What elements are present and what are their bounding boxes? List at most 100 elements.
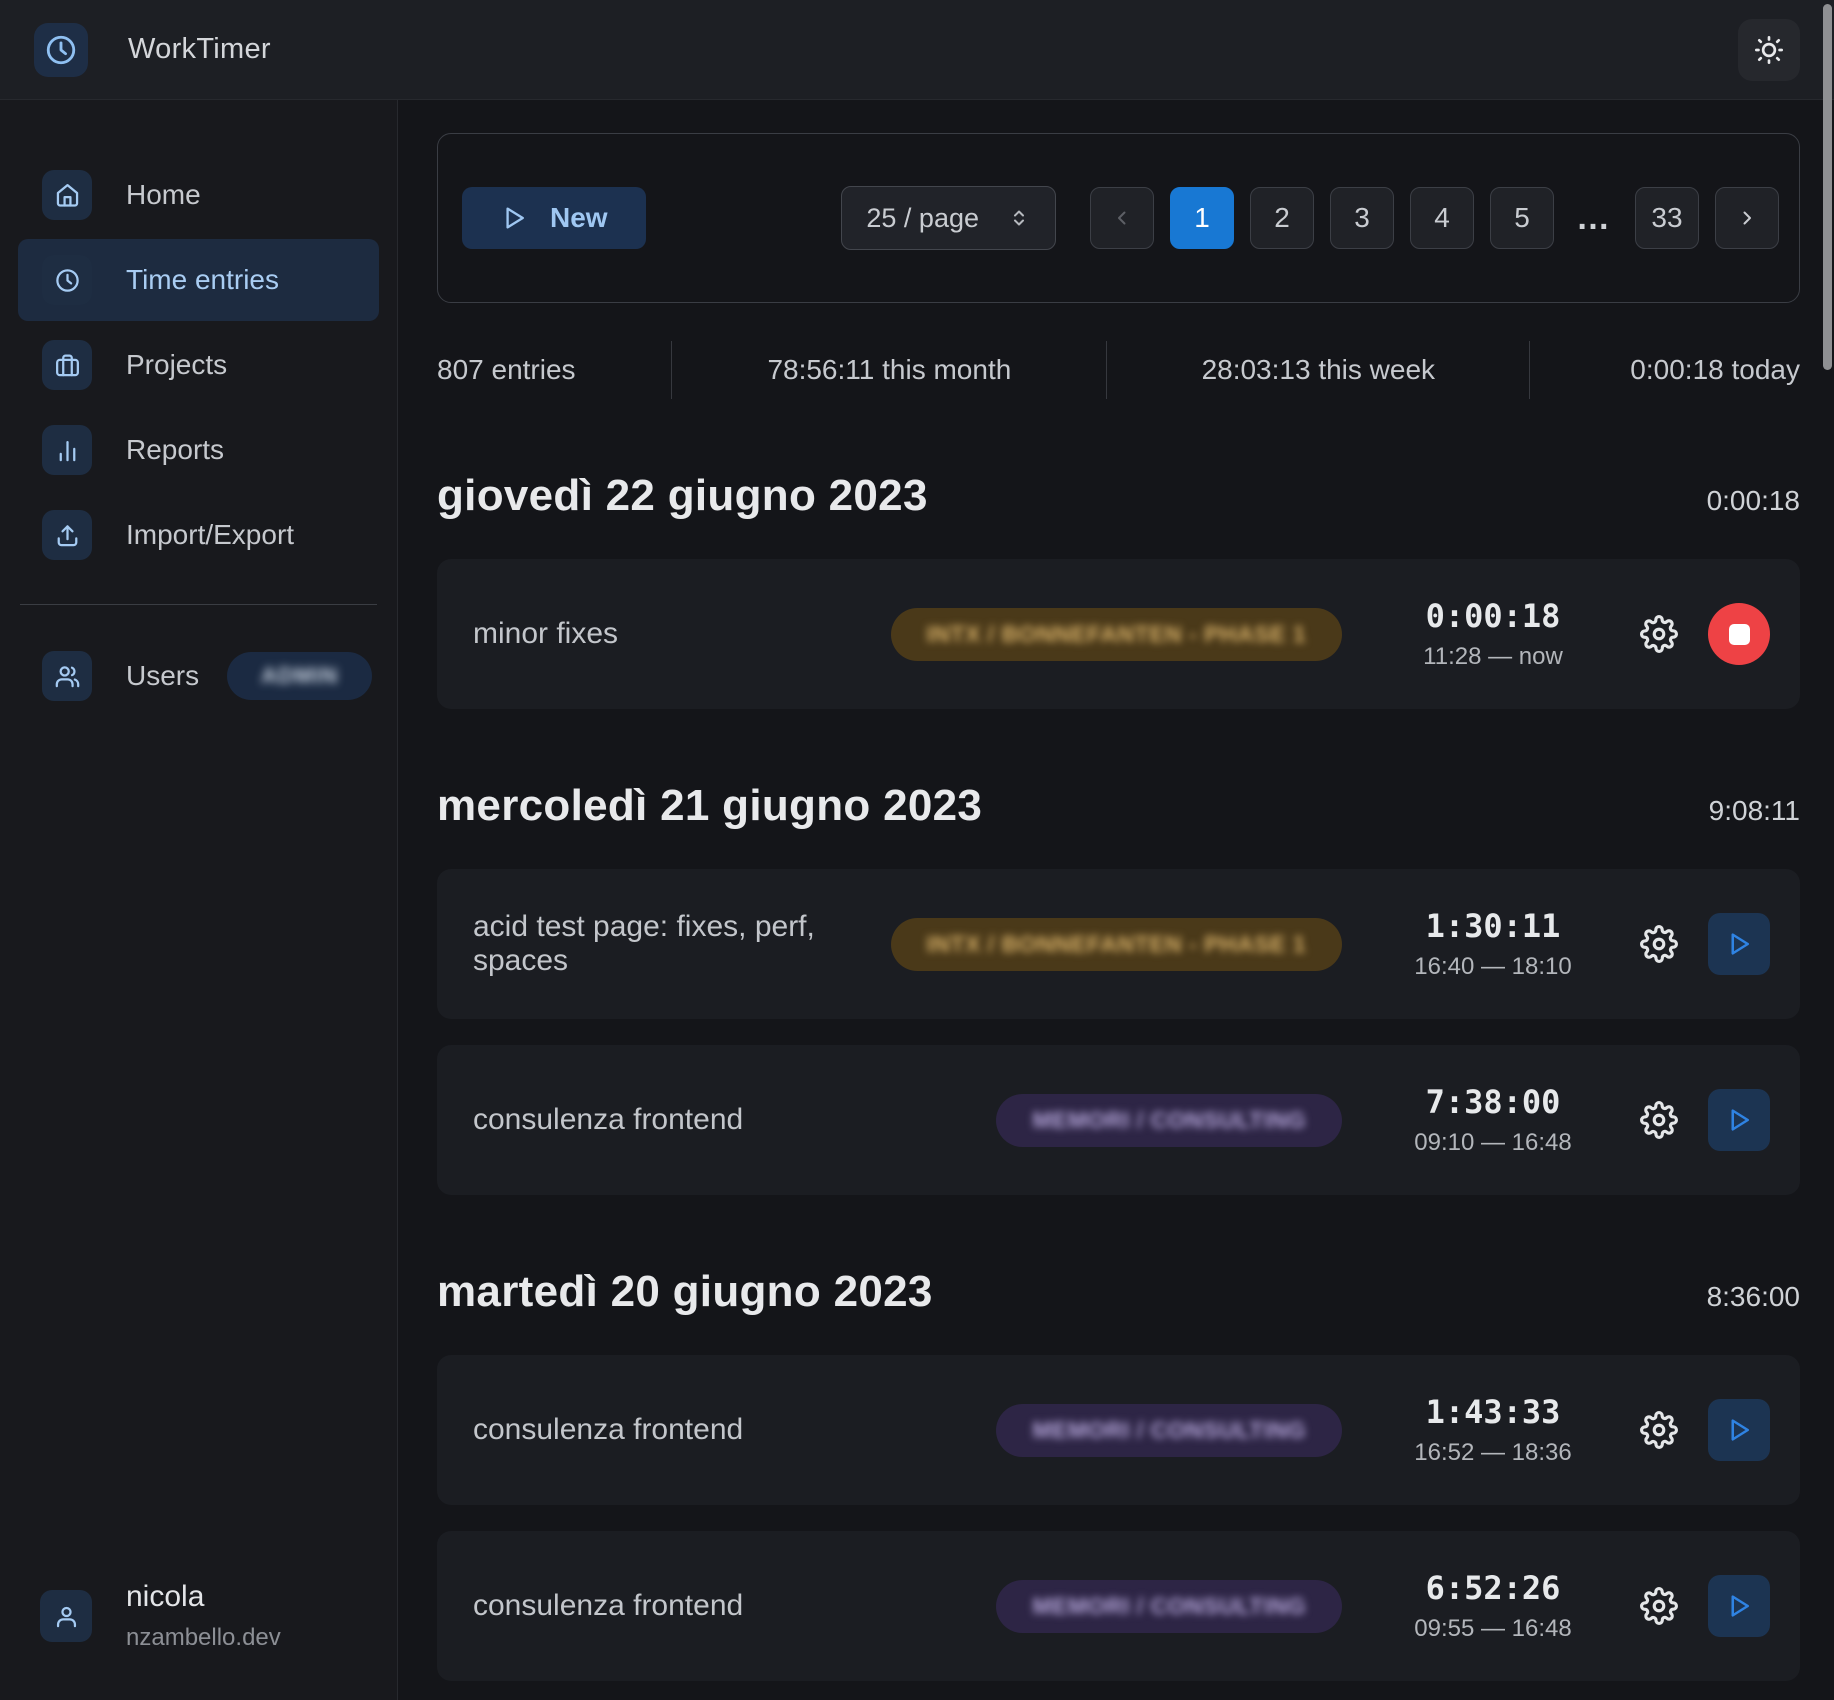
project-badge-text: INTX / BONNEFANTEN - PHASE 1: [927, 621, 1306, 647]
page-button-2[interactable]: 2: [1250, 187, 1314, 249]
time-entry-row[interactable]: minor fixes INTX / BONNEFANTEN - PHASE 1…: [437, 559, 1800, 709]
entry-settings-button[interactable]: [1636, 1097, 1682, 1143]
sidebar-item-label: Import/Export: [126, 519, 294, 551]
day-header: martedì 20 giugno 2023 8:36:00: [437, 1267, 1800, 1317]
entry-settings-button[interactable]: [1636, 611, 1682, 657]
entry-settings-button[interactable]: [1636, 1583, 1682, 1629]
new-entry-button[interactable]: New: [462, 187, 646, 249]
entry-duration: 1:30:11: [1426, 907, 1561, 945]
sidebar-nav: Home Time entries Projects Reports Import/Ex…: [0, 100, 397, 576]
pagination-pages: 12345: [1170, 187, 1554, 249]
sidebar-item-projects[interactable]: Projects: [18, 324, 379, 406]
day-header: mercoledì 21 giugno 2023 9:08:11: [437, 781, 1800, 831]
time-entry-row[interactable]: consulenza frontend MEMORI / CONSULTING …: [437, 1355, 1800, 1505]
entry-label: consulenza frontend: [473, 1589, 996, 1623]
project-badge: MEMORI / CONSULTING: [996, 1404, 1342, 1457]
admin-badge: ADMIN: [227, 652, 372, 700]
entry-time-block: 1:43:33 16:52 — 18:36: [1384, 1393, 1602, 1467]
entry-label: minor fixes: [473, 617, 891, 651]
entry-time-block: 0:00:18 11:28 — now: [1384, 597, 1602, 671]
gear-icon: [1640, 925, 1678, 963]
profile-name: nicola: [126, 1580, 281, 1614]
play-button[interactable]: [1708, 1089, 1770, 1151]
play-button[interactable]: [1708, 913, 1770, 975]
day-total: 0:00:18: [1707, 485, 1800, 517]
chevron-left-icon: [1110, 206, 1134, 230]
time-entry-row[interactable]: consulenza frontend MEMORI / CONSULTING …: [437, 1045, 1800, 1195]
sidebar-item-users[interactable]: Users ADMIN: [18, 635, 379, 717]
entry-label: acid test page: fixes, perf, spaces: [473, 910, 891, 978]
play-icon: [1724, 929, 1754, 959]
pagination-buttons: 12345 … 33: [1090, 187, 1779, 249]
sidebar-item-reports[interactable]: Reports: [18, 409, 379, 491]
project-badge: MEMORI / CONSULTING: [996, 1580, 1342, 1633]
app-header: WorkTimer: [0, 0, 1834, 100]
page-button-5[interactable]: 5: [1490, 187, 1554, 249]
next-page-button[interactable]: [1715, 187, 1779, 249]
play-icon: [1724, 1591, 1754, 1621]
user-profile[interactable]: nicola nzambello.dev: [40, 1580, 281, 1652]
day-title: martedì 20 giugno 2023: [437, 1267, 933, 1317]
entry-time-block: 7:38:00 09:10 — 16:48: [1384, 1083, 1602, 1157]
pagination-ellipsis: …: [1576, 199, 1613, 238]
entry-duration: 6:52:26: [1426, 1569, 1561, 1607]
home-icon: [42, 170, 92, 220]
last-page-button[interactable]: 33: [1635, 187, 1699, 249]
time-entry-row[interactable]: acid test page: fixes, perf, spaces INTX…: [437, 869, 1800, 1019]
entry-duration: 0:00:18: [1426, 597, 1561, 635]
page-button-3[interactable]: 3: [1330, 187, 1394, 249]
day-total: 8:36:00: [1707, 1281, 1800, 1313]
user-icon: [40, 1590, 92, 1642]
entry-time-block: 1:30:11 16:40 — 18:10: [1384, 907, 1602, 981]
entry-list: consulenza frontend MEMORI / CONSULTING …: [437, 1355, 1800, 1681]
previous-page-button[interactable]: [1090, 187, 1154, 249]
page-button-4[interactable]: 4: [1410, 187, 1474, 249]
play-icon: [1724, 1105, 1754, 1135]
day-section: mercoledì 21 giugno 2023 9:08:11 acid te…: [437, 781, 1800, 1195]
pagination: 25 / page 12345 … 33: [841, 186, 1779, 250]
entry-settings-button[interactable]: [1636, 1407, 1682, 1453]
day-section: martedì 20 giugno 2023 8:36:00 consulenz…: [437, 1267, 1800, 1681]
bar-chart-icon: [42, 425, 92, 475]
chevron-right-icon: [1735, 206, 1759, 230]
entry-time-range: 09:55 — 16:48: [1414, 1615, 1571, 1643]
stat-this-month: 78:56:11 this month: [671, 341, 1106, 399]
clock-icon: [42, 255, 92, 305]
play-button[interactable]: [1708, 1575, 1770, 1637]
scrollbar-thumb[interactable]: [1823, 4, 1832, 370]
sidebar-divider: [20, 604, 377, 605]
play-button[interactable]: [1708, 1399, 1770, 1461]
sun-icon: [1753, 34, 1785, 66]
play-icon: [500, 204, 528, 232]
theme-toggle-button[interactable]: [1738, 19, 1800, 81]
briefcase-icon: [42, 340, 92, 390]
entry-time-range: 16:40 — 18:10: [1414, 953, 1571, 981]
new-entry-button-label: New: [550, 202, 608, 234]
page-button-1[interactable]: 1: [1170, 187, 1234, 249]
project-badge-text: MEMORI / CONSULTING: [1032, 1417, 1306, 1443]
sidebar-item-time-entries[interactable]: Time entries: [18, 239, 379, 321]
project-badge-text: MEMORI / CONSULTING: [1032, 1107, 1306, 1133]
project-badge: MEMORI / CONSULTING: [996, 1094, 1342, 1147]
sidebar-item-label: Projects: [126, 349, 227, 381]
stat-this-week: 28:03:13 this week: [1106, 341, 1529, 399]
sidebar-item-label: Users: [126, 660, 199, 692]
entry-settings-button[interactable]: [1636, 921, 1682, 967]
page-size-value: 25 / page: [866, 203, 979, 234]
sidebar-item-label: Home: [126, 179, 201, 211]
day-section: giovedì 22 giugno 2023 0:00:18 minor fix…: [437, 471, 1800, 709]
day-header: giovedì 22 giugno 2023 0:00:18: [437, 471, 1800, 521]
admin-badge-text: ADMIN: [261, 663, 338, 688]
sidebar-item-home[interactable]: Home: [18, 154, 379, 236]
day-list: giovedì 22 giugno 2023 0:00:18 minor fix…: [437, 471, 1800, 1681]
sidebar-item-import-export[interactable]: Import/Export: [18, 494, 379, 576]
time-entry-row[interactable]: consulenza frontend MEMORI / CONSULTING …: [437, 1531, 1800, 1681]
page-size-select[interactable]: 25 / page: [841, 186, 1056, 250]
entry-label: consulenza frontend: [473, 1413, 996, 1447]
sidebar-item-label: Time entries: [126, 264, 279, 296]
entry-time-range: 11:28 — now: [1423, 643, 1563, 671]
day-title: mercoledì 21 giugno 2023: [437, 781, 982, 831]
stop-button[interactable]: [1708, 603, 1770, 665]
chevron-up-down-icon: [1007, 206, 1031, 230]
gear-icon: [1640, 615, 1678, 653]
